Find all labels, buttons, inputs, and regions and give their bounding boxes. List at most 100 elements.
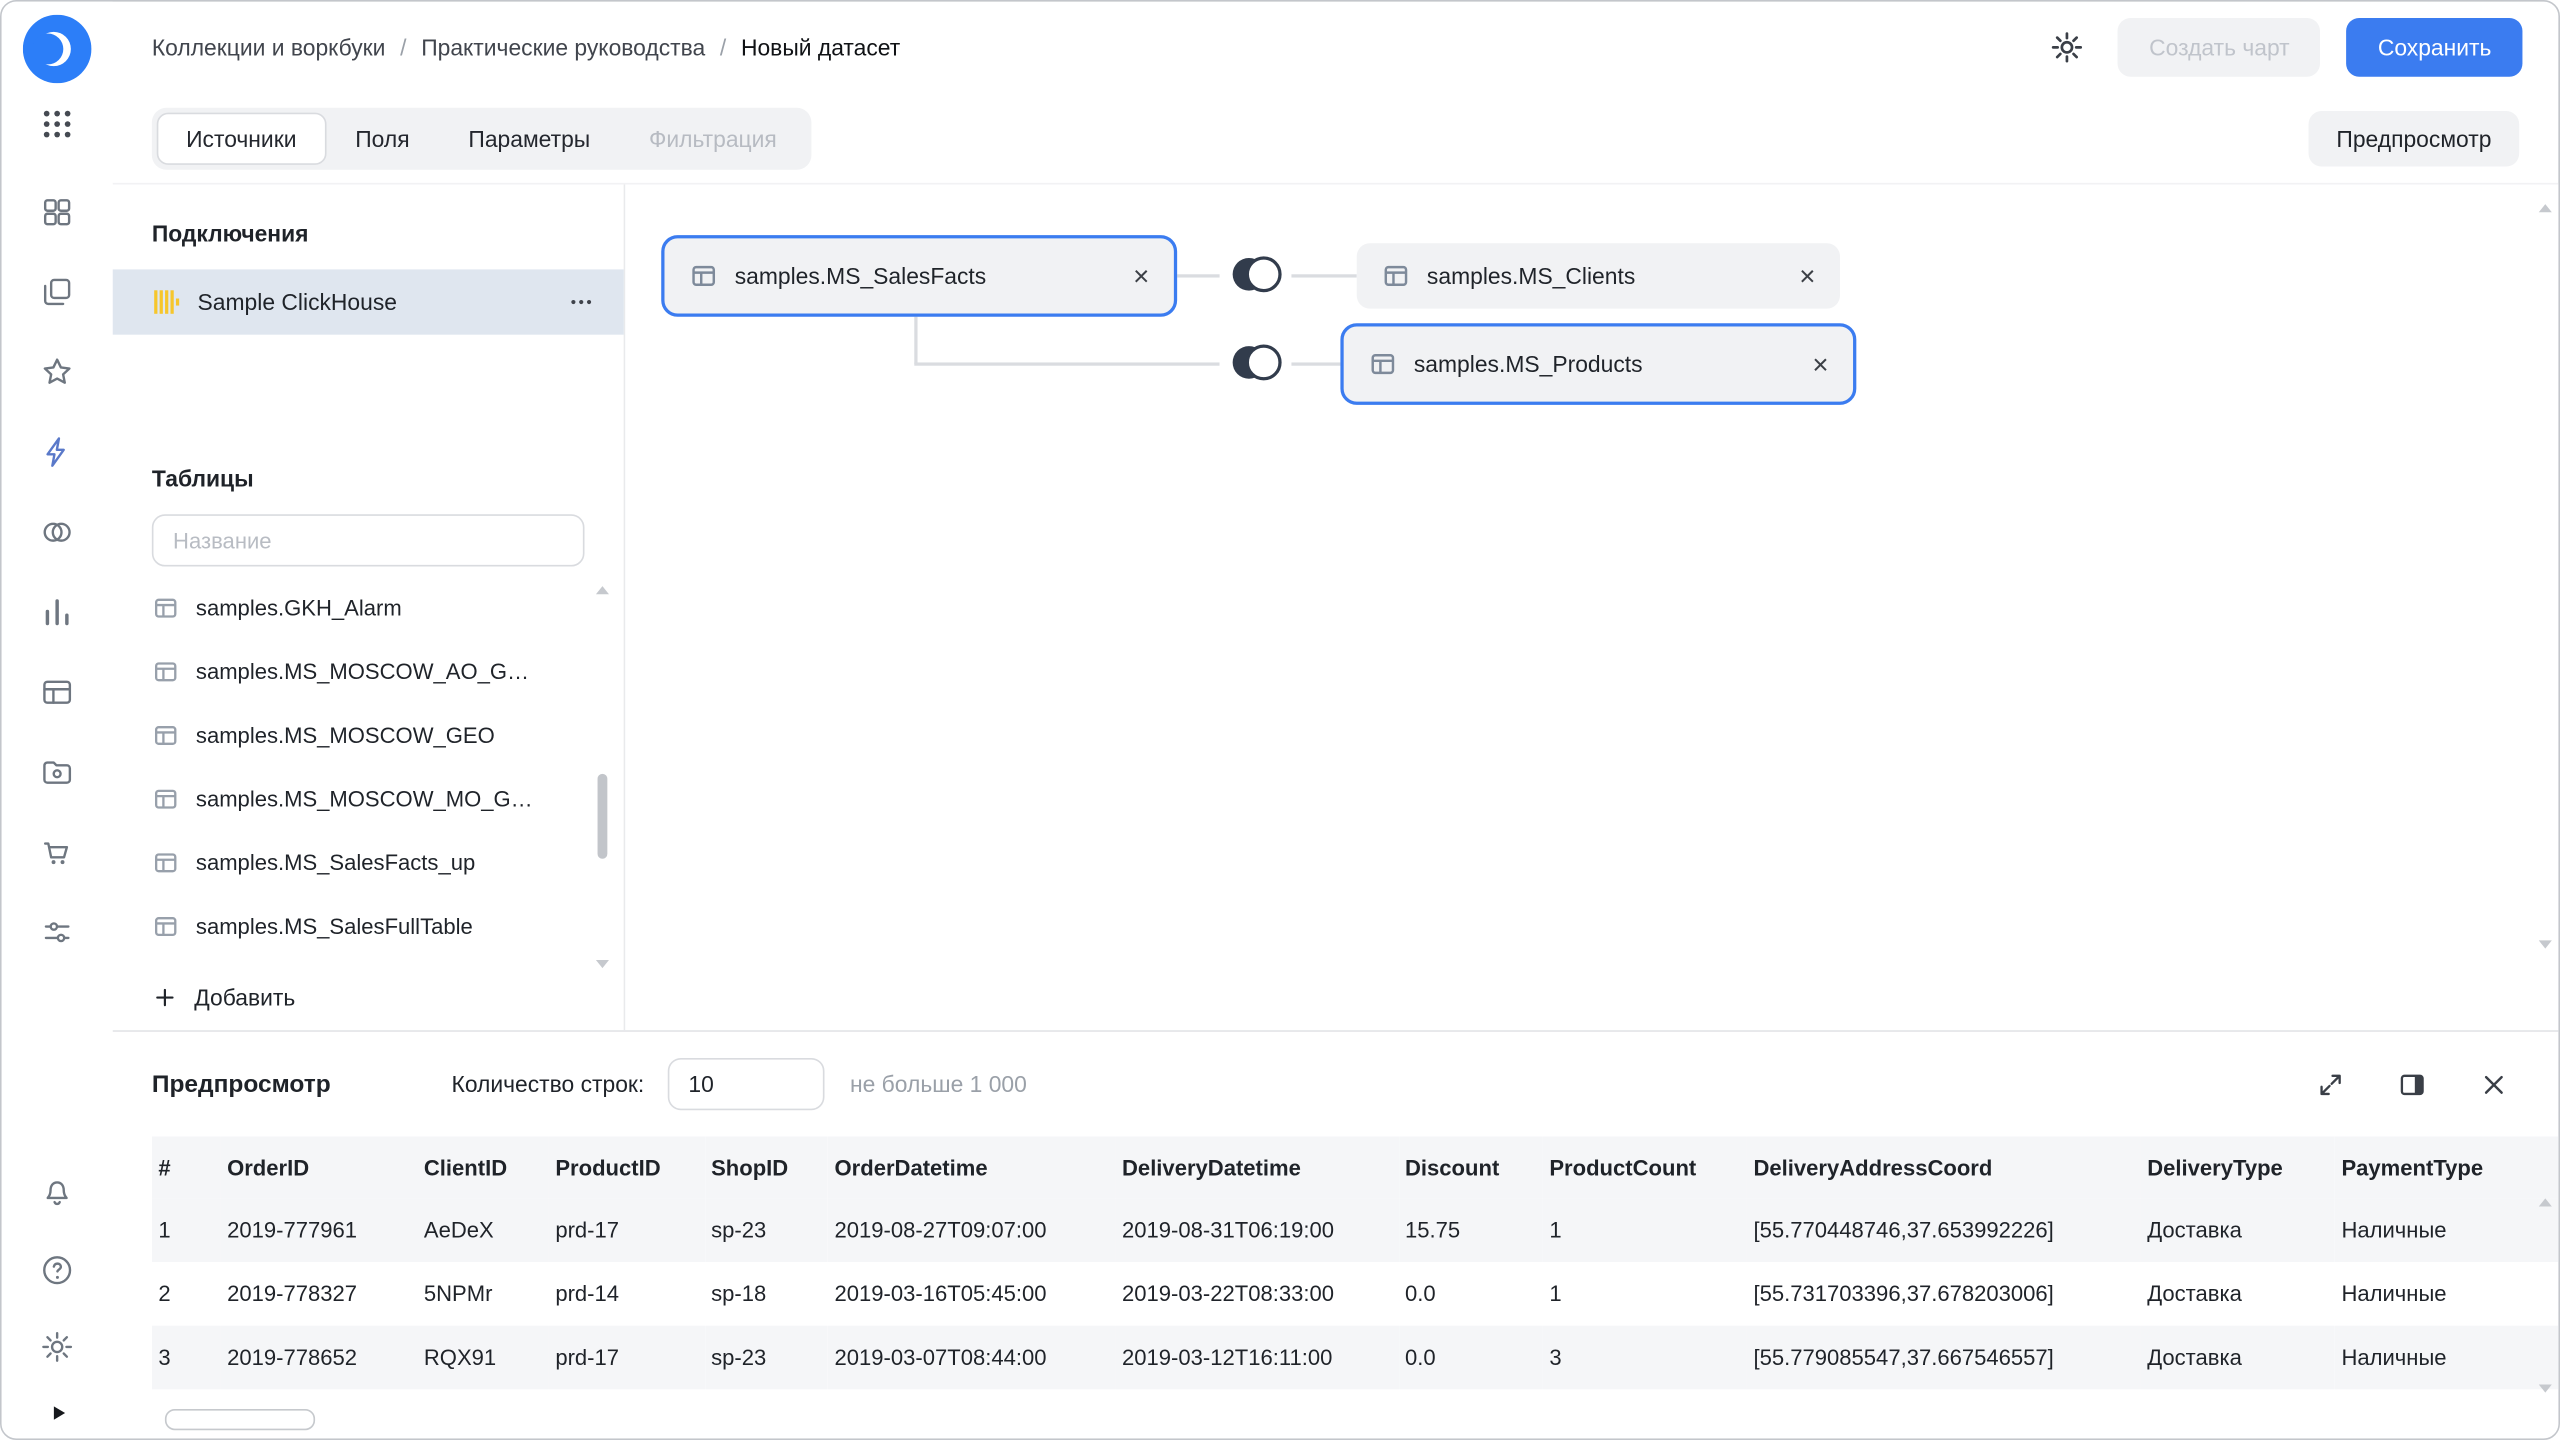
table-row: 32019-778652RQX91prd-17sp-232019-03-07T0…: [152, 1326, 2559, 1390]
lightning-icon[interactable]: [39, 434, 75, 470]
tab-parameters[interactable]: Параметры: [439, 112, 620, 164]
add-table-button[interactable]: Добавить: [152, 984, 295, 1010]
close-icon[interactable]: [2472, 1062, 2516, 1106]
cell: 2019-03-07T08:44:00: [828, 1326, 1115, 1390]
scaled-viewport: Коллекции и воркбуки / Практические руко…: [0, 0, 2560, 1440]
tables-list-scrollbar[interactable]: [594, 586, 610, 968]
table-name: samples.GKH_Alarm: [196, 596, 402, 620]
preview-toggle-button[interactable]: Предпросмотр: [2309, 110, 2520, 166]
save-button[interactable]: Сохранить: [2347, 18, 2523, 77]
apps-grid-icon[interactable]: [39, 106, 75, 142]
horizontal-scrollbar-thumb[interactable]: [165, 1409, 315, 1430]
cell: prd-17: [549, 1326, 705, 1390]
star-icon[interactable]: [39, 354, 75, 390]
preview-scrollbar[interactable]: [2539, 1198, 2552, 1392]
cell: 1: [1543, 1198, 1747, 1262]
bell-icon[interactable]: [39, 1176, 75, 1212]
table-node-clients[interactable]: samples.MS_Clients ×: [1357, 243, 1840, 308]
connector-line: [1288, 274, 1357, 277]
connector-line: [1177, 274, 1223, 277]
cell: Наличные: [2335, 1326, 2558, 1390]
table-name: samples.MS_MOSCOW_GEO: [196, 723, 495, 747]
venn-icon[interactable]: [39, 514, 75, 550]
breadcrumb-collections[interactable]: Коллекции и воркбуки: [152, 34, 386, 60]
cell: sp-18: [705, 1262, 828, 1326]
column-header: OrderID: [221, 1136, 418, 1198]
tab-sources[interactable]: Источники: [157, 112, 326, 164]
close-icon[interactable]: ×: [1114, 262, 1150, 290]
table-name: samples.MS_SalesFullTable: [196, 914, 473, 938]
table-node-products[interactable]: samples.MS_Products ×: [1340, 323, 1856, 405]
list-item-table[interactable]: samples.MS_SalesFacts_up: [113, 831, 624, 895]
table-name: samples.MS_MOSCOW_MO_G…: [196, 787, 533, 811]
list-item-table[interactable]: samples.MS_MOSCOW_AO_G…: [113, 640, 624, 704]
side-panel-icon[interactable]: [2390, 1062, 2434, 1106]
table-icon[interactable]: [39, 674, 75, 710]
table-grid-icon: [1368, 349, 1397, 378]
scroll-down-icon[interactable]: [596, 960, 609, 968]
play-icon[interactable]: [45, 1401, 69, 1425]
scroll-up-icon[interactable]: [2539, 204, 2552, 212]
column-header: ShopID: [705, 1136, 828, 1198]
cell: 3: [152, 1326, 221, 1390]
folder-icon[interactable]: [39, 754, 75, 790]
scroll-down-icon[interactable]: [2539, 940, 2552, 948]
close-icon[interactable]: ×: [1780, 262, 1816, 290]
table-node-salesfacts[interactable]: samples.MS_SalesFacts ×: [661, 235, 1177, 317]
cell: 5NPMr: [417, 1262, 548, 1326]
scroll-up-icon[interactable]: [596, 586, 609, 594]
cell: 15.75: [1398, 1198, 1542, 1262]
scroll-down-icon[interactable]: [2539, 1384, 2552, 1392]
connector-line: [1288, 362, 1340, 365]
cell: [55.731703396,37.678203006]: [1747, 1262, 2141, 1326]
list-item-table[interactable]: samples.MS_MOSCOW_MO_G…: [113, 767, 624, 831]
list-item-table[interactable]: samples.GKH_Alarm: [113, 576, 624, 640]
settings-gear-icon[interactable]: [2043, 23, 2092, 72]
preview-title: Предпросмотр: [152, 1070, 331, 1098]
canvas-scrollbar[interactable]: [2539, 204, 2552, 948]
table-search: [152, 514, 585, 566]
table-grid-icon: [1381, 261, 1410, 290]
scroll-up-icon[interactable]: [2539, 1198, 2552, 1206]
join-type-icon[interactable]: [1220, 338, 1292, 387]
scrollbar-thumb[interactable]: [598, 774, 608, 859]
close-icon[interactable]: ×: [1793, 350, 1829, 378]
table-search-input[interactable]: [152, 514, 585, 566]
join-type-icon[interactable]: [1220, 250, 1292, 299]
ellipsis-menu-icon[interactable]: [562, 282, 601, 321]
connection-item-clickhouse[interactable]: Sample ClickHouse: [113, 269, 624, 334]
copy-icon[interactable]: [39, 274, 75, 310]
table-name: samples.MS_MOSCOW_AO_G…: [196, 660, 529, 684]
row-count-label: Количество строк:: [452, 1071, 645, 1097]
rail-bottom-group: [39, 1176, 75, 1365]
list-item-table[interactable]: samples.MS_MOSCOW_GEO: [113, 704, 624, 768]
column-header: #: [152, 1136, 221, 1198]
row-count-input[interactable]: [667, 1058, 824, 1110]
cart-icon[interactable]: [39, 834, 75, 870]
cell: 0.0: [1398, 1262, 1542, 1326]
table-name: samples.MS_SalesFacts_up: [196, 851, 475, 875]
tiles-icon[interactable]: [39, 194, 75, 230]
connections-panel: Подключения Sample ClickHouse Таблицы sa…: [113, 184, 626, 1030]
create-chart-button[interactable]: Создать чарт: [2118, 18, 2321, 77]
breadcrumb-separator: /: [400, 34, 406, 60]
sliders-icon[interactable]: [39, 914, 75, 950]
gear-icon[interactable]: [39, 1329, 75, 1365]
column-header: DeliveryAddressCoord: [1747, 1136, 2141, 1198]
tab-filtering[interactable]: Фильтрация: [620, 112, 807, 164]
app-window: Коллекции и воркбуки / Практические руко…: [0, 0, 2560, 1440]
bar-chart-icon[interactable]: [39, 594, 75, 630]
table-grid-icon: [689, 261, 718, 290]
dataset-toolbar: Источники Поля Параметры Фильтрация Пред…: [113, 93, 2559, 184]
list-item-table[interactable]: samples.MS_SalesFullTable: [113, 895, 624, 959]
help-icon[interactable]: [39, 1252, 75, 1288]
table-grid-icon: [152, 785, 180, 813]
column-header: PaymentType: [2335, 1136, 2558, 1198]
datalens-logo[interactable]: [23, 15, 92, 84]
tab-fields[interactable]: Поля: [326, 112, 439, 164]
expand-icon[interactable]: [2309, 1062, 2353, 1106]
preview-panel: Предпросмотр Количество строк: не больше…: [113, 1030, 2559, 1438]
node-label: samples.MS_Clients: [1427, 263, 1635, 289]
breadcrumb-guides[interactable]: Практические руководства: [421, 34, 705, 60]
top-bar: Коллекции и воркбуки / Практические руко…: [113, 2, 2559, 93]
